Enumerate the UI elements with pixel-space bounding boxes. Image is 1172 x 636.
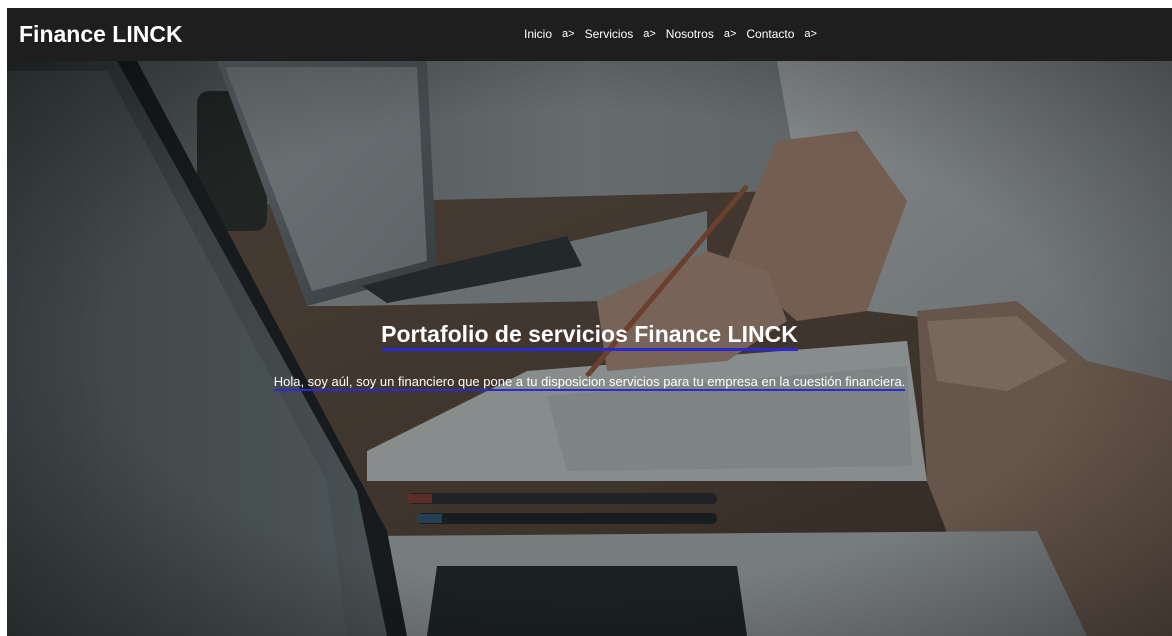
nav-link-servicios[interactable]: Servicios bbox=[585, 27, 634, 41]
main-nav: Inicio a> Servicios a> Nosotros a> Conta… bbox=[524, 27, 827, 41]
nav-separator: a> bbox=[562, 28, 575, 40]
hero-title-text: Portafolio de servicios Finance LINCK bbox=[381, 321, 798, 351]
page: Finance LINCK Inicio a> Servicios a> Nos… bbox=[7, 8, 1172, 636]
hero-section: Portafolio de servicios Finance LINCK Ho… bbox=[7, 61, 1172, 636]
hero-description-text: Hola, soy aúl, soy un financiero que pon… bbox=[273, 374, 906, 391]
top-navbar: Finance LINCK Inicio a> Servicios a> Nos… bbox=[7, 8, 1172, 61]
hero-description: Hola, soy aúl, soy un financiero que pon… bbox=[7, 373, 1172, 391]
hero-title: Portafolio de servicios Finance LINCK bbox=[7, 319, 1172, 351]
brand-logo-link[interactable]: Finance LINCK bbox=[19, 20, 183, 48]
nav-link-nosotros[interactable]: Nosotros bbox=[666, 27, 714, 41]
nav-link-inicio[interactable]: Inicio bbox=[524, 27, 552, 41]
nav-separator: a> bbox=[723, 28, 737, 40]
nav-separator: a> bbox=[643, 28, 656, 40]
nav-link-contacto[interactable]: Contacto bbox=[746, 27, 794, 41]
nav-separator: a> bbox=[804, 28, 817, 40]
